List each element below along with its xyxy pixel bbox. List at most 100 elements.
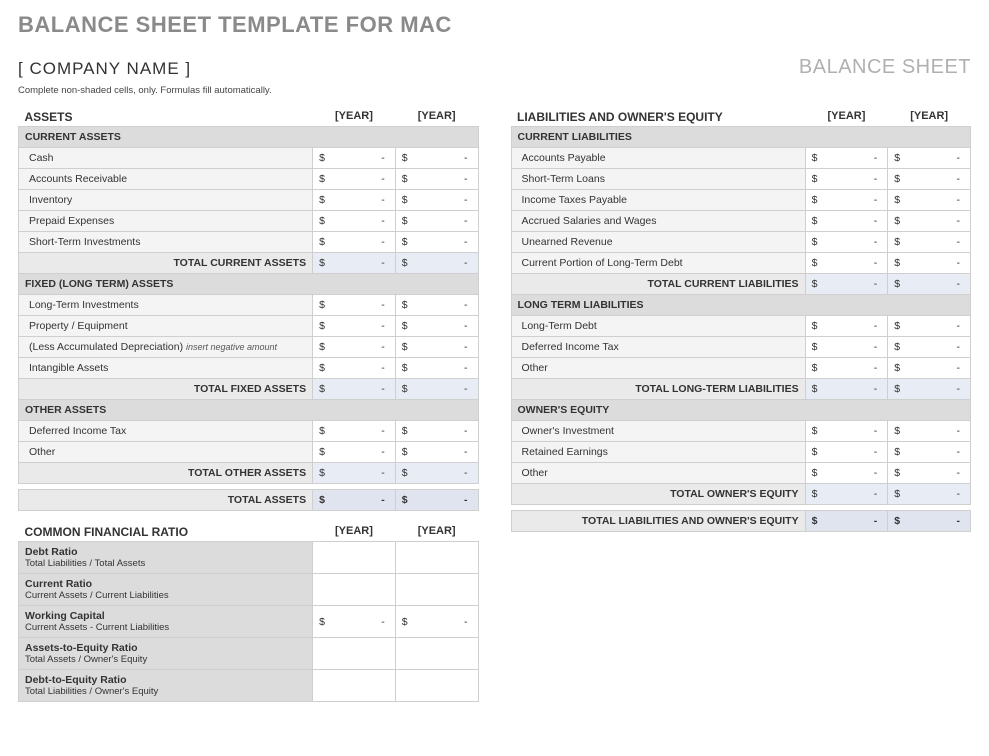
money-cell[interactable]: $- [888,190,971,211]
money-cell[interactable]: $- [313,606,396,638]
money-cell[interactable]: $- [805,463,888,484]
total-liab-equity-label: TOTAL LIABILITIES AND OWNER'S EQUITY [511,511,805,532]
ratio-value[interactable] [313,638,396,670]
money-cell[interactable]: $- [888,463,971,484]
ratio-label: Working CapitalCurrent Assets - Current … [19,606,313,638]
money-cell: $- [395,490,478,511]
row-label: Accrued Salaries and Wages [511,211,805,232]
ratio-value[interactable] [313,574,396,606]
money-cell[interactable]: $- [395,190,478,211]
ratio-value[interactable] [395,542,478,574]
row-label: Accounts Payable [511,148,805,169]
row-label: Short-Term Investments [19,232,313,253]
row-label: Long-Term Investments [19,295,313,316]
total-longterm-liab-label: TOTAL LONG-TERM LIABILITIES [511,379,805,400]
money-cell: $- [395,379,478,400]
money-cell[interactable]: $- [888,253,971,274]
row-label: Accounts Receivable [19,169,313,190]
ratio-table: COMMON FINANCIAL RATIO [YEAR] [YEAR] Deb… [18,521,479,702]
money-cell[interactable]: $- [805,211,888,232]
money-cell[interactable]: $- [805,421,888,442]
money-cell[interactable]: $- [395,442,478,463]
money-cell[interactable]: $- [313,148,396,169]
money-cell: $- [313,463,396,484]
assets-table: ASSETS [YEAR] [YEAR] CURRENT ASSETS Cash… [18,106,479,511]
total-other-assets-label: TOTAL OTHER ASSETS [19,463,313,484]
ratio-value[interactable] [395,670,478,702]
row-label: Deferred Income Tax [511,337,805,358]
money-cell[interactable]: $- [313,316,396,337]
row-label: Cash [19,148,313,169]
company-name: [ COMPANY NAME ] [18,59,191,79]
money-cell[interactable]: $- [395,232,478,253]
money-cell[interactable]: $- [395,358,478,379]
money-cell[interactable]: $- [313,169,396,190]
money-cell: $- [805,484,888,505]
money-cell[interactable]: $- [888,148,971,169]
row-label: Income Taxes Payable [511,190,805,211]
money-cell[interactable]: $- [888,232,971,253]
money-cell[interactable]: $- [395,316,478,337]
money-cell[interactable]: $- [313,211,396,232]
money-cell[interactable]: $- [395,295,478,316]
money-cell[interactable]: $- [313,421,396,442]
row-label: Other [511,358,805,379]
equity-hdr: OWNER'S EQUITY [511,400,971,421]
money-cell[interactable]: $- [313,232,396,253]
ratio-value[interactable] [313,670,396,702]
instruction-text: Complete non-shaded cells, only. Formula… [18,85,971,96]
money-cell[interactable]: $- [395,211,478,232]
row-label: Other [511,463,805,484]
money-cell[interactable]: $- [395,169,478,190]
ratio-label: Current RatioCurrent Assets / Current Li… [19,574,313,606]
money-cell[interactable]: $- [805,169,888,190]
money-cell: $- [395,253,478,274]
money-cell[interactable]: $- [805,442,888,463]
money-cell: $- [888,511,971,532]
row-label: Owner's Investment [511,421,805,442]
year-header-2: [YEAR] [395,106,478,127]
money-cell[interactable]: $- [395,421,478,442]
money-cell[interactable]: $- [888,421,971,442]
row-label: Long-Term Debt [511,316,805,337]
total-current-liab-label: TOTAL CURRENT LIABILITIES [511,274,805,295]
ratio-value[interactable] [313,542,396,574]
ratio-value[interactable] [395,638,478,670]
money-cell[interactable]: $- [395,606,478,638]
ratio-title: COMMON FINANCIAL RATIO [19,521,313,542]
money-cell[interactable]: $- [313,442,396,463]
money-cell[interactable]: $- [805,337,888,358]
money-cell: $- [313,379,396,400]
row-label: Prepaid Expenses [19,211,313,232]
row-label: Intangible Assets [19,358,313,379]
money-cell[interactable]: $- [888,211,971,232]
row-label: (Less Accumulated Depreciation) insert n… [19,337,313,358]
money-cell[interactable]: $- [313,337,396,358]
money-cell[interactable]: $- [805,253,888,274]
money-cell[interactable]: $- [313,295,396,316]
money-cell[interactable]: $- [888,169,971,190]
money-cell[interactable]: $- [313,190,396,211]
money-cell[interactable]: $- [805,232,888,253]
row-label: Deferred Income Tax [19,421,313,442]
money-cell: $- [805,274,888,295]
money-cell[interactable]: $- [888,442,971,463]
money-cell[interactable]: $- [313,358,396,379]
ratio-value[interactable] [395,574,478,606]
money-cell[interactable]: $- [888,358,971,379]
total-current-assets-label: TOTAL CURRENT ASSETS [19,253,313,274]
row-label: Current Portion of Long-Term Debt [511,253,805,274]
money-cell[interactable]: $- [395,148,478,169]
money-cell[interactable]: $- [888,316,971,337]
money-cell[interactable]: $- [805,190,888,211]
money-cell: $- [805,511,888,532]
liab-title: LIABILITIES AND OWNER'S EQUITY [511,106,805,127]
money-cell[interactable]: $- [805,148,888,169]
money-cell[interactable]: $- [805,316,888,337]
total-assets-label: TOTAL ASSETS [19,490,313,511]
money-cell[interactable]: $- [888,337,971,358]
page-title: BALANCE SHEET TEMPLATE FOR MAC [18,12,971,38]
money-cell[interactable]: $- [395,337,478,358]
money-cell[interactable]: $- [805,358,888,379]
assets-title: ASSETS [19,106,313,127]
